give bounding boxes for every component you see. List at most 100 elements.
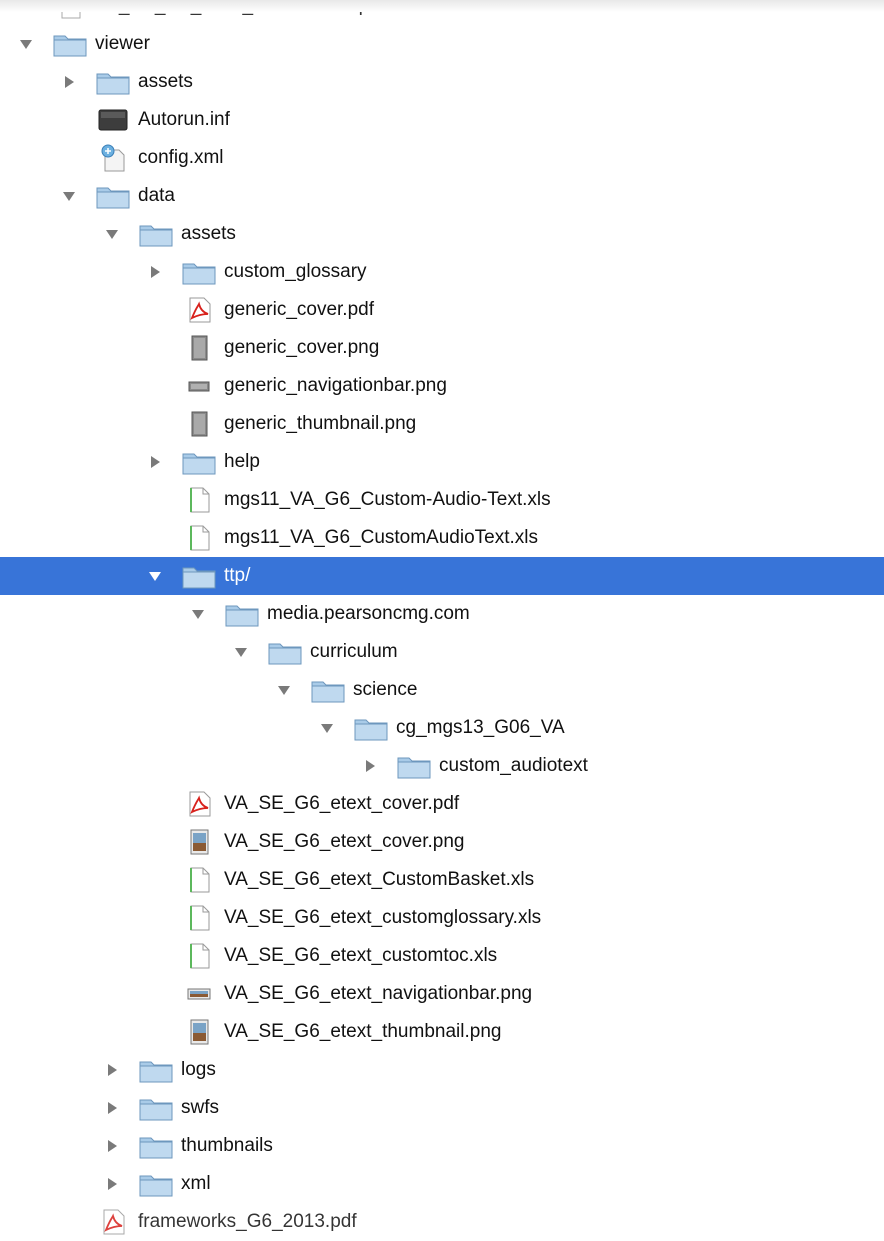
image-bar-file-icon xyxy=(182,372,216,400)
disclosure-expanded-icon[interactable] xyxy=(319,720,335,736)
file-row[interactable]: config.xml xyxy=(0,139,884,177)
row-label: assets xyxy=(181,223,236,244)
row-label: help xyxy=(224,451,260,472)
photo-file-icon xyxy=(182,828,216,856)
row-label: data xyxy=(138,185,175,206)
row-label: custom_audiotext xyxy=(439,755,588,776)
file-row[interactable]: generic_cover.pdf xyxy=(0,291,884,329)
folder-row[interactable]: thumbnails xyxy=(0,1127,884,1165)
folder-row[interactable]: custom_glossary xyxy=(0,253,884,291)
file-row[interactable]: VA_SE_G6_etext_cover.pdf xyxy=(0,785,884,823)
folder-row[interactable]: assets xyxy=(0,215,884,253)
file-row[interactable]: VA_SE_G6_etext_customglossary.xls xyxy=(0,899,884,937)
row-label: VA_SE_G6_etext_CustomBasket.xls xyxy=(224,869,535,890)
disclosure-expanded-icon[interactable] xyxy=(18,36,34,52)
folder-row[interactable]: logs xyxy=(0,1051,884,1089)
folder-row[interactable]: xml xyxy=(0,1165,884,1203)
row-label: VA_SE_G6_etext_navigationbar.png xyxy=(224,983,533,1004)
folder-row[interactable]: curriculum xyxy=(0,633,884,671)
document-file-icon xyxy=(182,866,216,894)
folder-icon xyxy=(53,30,87,58)
row-label: Autorun.inf xyxy=(138,109,230,130)
file-row[interactable]: generic_navigationbar.png xyxy=(0,367,884,405)
folder-row[interactable]: data xyxy=(0,177,884,215)
folder-row[interactable]: ttp/ xyxy=(0,557,884,595)
file-row[interactable]: Autorun.inf xyxy=(0,101,884,139)
disclosure-expanded-icon[interactable] xyxy=(233,644,249,660)
disclosure-collapsed-icon[interactable] xyxy=(104,1176,120,1192)
image-file-icon xyxy=(182,334,216,362)
file-row[interactable]: generic_cover.png xyxy=(0,329,884,367)
document-file-icon xyxy=(182,486,216,514)
folder-icon xyxy=(96,68,130,96)
row-label: VA_SE_G6_etext_cover.png xyxy=(224,831,465,852)
row-label: media.pearsoncmg.com xyxy=(267,603,470,624)
row-label: xml xyxy=(181,1173,211,1194)
pdf-file-icon xyxy=(182,790,216,818)
disclosure-expanded-icon[interactable] xyxy=(104,226,120,242)
file-row[interactable]: mgs11_VA_G6_CustomAudioText.xls xyxy=(0,519,884,557)
folder-row[interactable]: cg_mgs13_G06_VA xyxy=(0,709,884,747)
disclosure-expanded-icon[interactable] xyxy=(276,682,292,698)
file-row[interactable]: generic_thumbnail.png xyxy=(0,405,884,443)
xml-file-icon xyxy=(96,144,130,172)
row-label: VA_SE_G6_etext_cover.pdf xyxy=(224,793,460,814)
folder-row[interactable]: help xyxy=(0,443,884,481)
folder-row[interactable]: swfs xyxy=(0,1089,884,1127)
document-file-icon xyxy=(182,904,216,932)
folder-row[interactable]: custom_audiotext xyxy=(0,747,884,785)
disclosure-expanded-icon[interactable] xyxy=(61,188,77,204)
document-file-icon xyxy=(182,524,216,552)
folder-icon xyxy=(139,1170,173,1198)
pdf-file-icon xyxy=(182,296,216,324)
disclosure-collapsed-icon[interactable] xyxy=(61,74,77,90)
disclosure-collapsed-icon[interactable] xyxy=(104,1138,120,1154)
folder-icon xyxy=(354,714,388,742)
folder-icon xyxy=(182,562,216,590)
folder-icon xyxy=(139,1056,173,1084)
disclosure-collapsed-icon[interactable] xyxy=(104,1100,120,1116)
folder-icon xyxy=(139,220,173,248)
row-label: curriculum xyxy=(310,641,398,662)
folder-icon xyxy=(182,258,216,286)
disclosure-expanded-icon[interactable] xyxy=(147,568,163,584)
row-label: viewer xyxy=(95,33,150,54)
photo-bar-file-icon xyxy=(182,980,216,1008)
folder-icon xyxy=(96,182,130,210)
disclosure-collapsed-icon[interactable] xyxy=(104,1062,120,1078)
disclosure-collapsed-icon[interactable] xyxy=(362,758,378,774)
row-label: generic_cover.png xyxy=(224,337,380,358)
row-label: swfs xyxy=(181,1097,219,1118)
folder-row[interactable]: science xyxy=(0,671,884,709)
row-label: mgs11_VA_G6_Custom-Audio-Text.xls xyxy=(224,489,551,510)
file-row[interactable]: VA_SE_G6_etext_customtoc.xls xyxy=(0,937,884,975)
folder-icon xyxy=(139,1132,173,1160)
folder-row[interactable]: viewer xyxy=(0,25,884,63)
row-label: cg_mgs13_G06_VA xyxy=(396,717,565,738)
row-label: VA_SE_G6_etext_customglossary.xls xyxy=(224,907,542,928)
file-row[interactable]: VA_SE_G6_etext_navigationbar.png xyxy=(0,975,884,1013)
file-row[interactable]: mgs11_VA_G6_Custom-Audio-Text.xls xyxy=(0,481,884,519)
row-label: config.xml xyxy=(138,147,224,168)
row-label: science xyxy=(353,679,418,700)
row-label: VA_SE_G6_etext_customtoc.xls xyxy=(224,945,498,966)
file-row[interactable]: VA_SE_G6_etext_thumbnail.png xyxy=(0,1013,884,1051)
row-label: assets xyxy=(138,71,193,92)
row-label: mgs11_VA_G6_CustomAudioText.xls xyxy=(224,527,539,548)
file-row[interactable]: VA_SE_G6_etext_cover.png xyxy=(0,823,884,861)
folder-row[interactable]: assets xyxy=(0,63,884,101)
disclosure-expanded-icon[interactable] xyxy=(190,606,206,622)
folder-row[interactable]: media.pearsoncmg.com xyxy=(0,595,884,633)
pdf-file-icon xyxy=(96,1208,130,1236)
row-label: thumbnails xyxy=(181,1135,273,1156)
folder-icon xyxy=(397,752,431,780)
folder-icon xyxy=(139,1094,173,1122)
document-file-icon xyxy=(182,942,216,970)
file-row[interactable]: VA_SE_G6_etext_CustomBasket.xls xyxy=(0,861,884,899)
row-label: generic_thumbnail.png xyxy=(224,413,417,434)
file-tree: VA_SE_G6_etext_customtoc.zipviewerassets… xyxy=(0,0,884,1235)
disclosure-collapsed-icon[interactable] xyxy=(147,264,163,280)
disclosure-collapsed-icon[interactable] xyxy=(147,454,163,470)
folder-icon xyxy=(225,600,259,628)
inf-file-icon xyxy=(96,106,130,134)
